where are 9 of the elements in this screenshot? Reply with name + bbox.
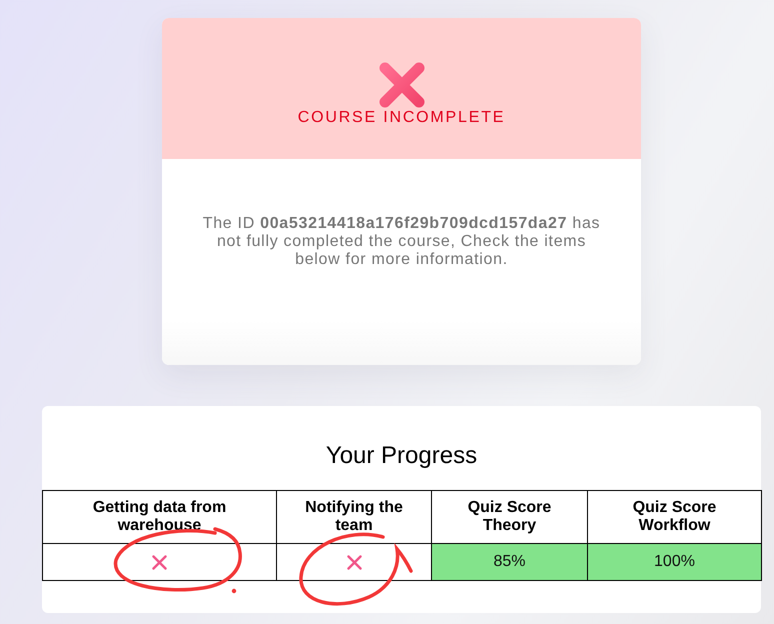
cross-icon <box>378 62 424 108</box>
table-cell: 85% <box>432 544 588 580</box>
table-cell: 100% <box>588 544 762 580</box>
cross-icon <box>346 554 362 570</box>
cross-icon <box>152 554 167 570</box>
status-title: COURSE INCOMPLETE <box>298 108 506 128</box>
progress-title: Your Progress <box>324 442 478 470</box>
column-header: Getting data from warehouse <box>42 490 276 544</box>
status-message: The ID 00a53214418a176f29b709dcd157da27 has not fully completed the course, Check the items below for more information. <box>202 215 602 269</box>
